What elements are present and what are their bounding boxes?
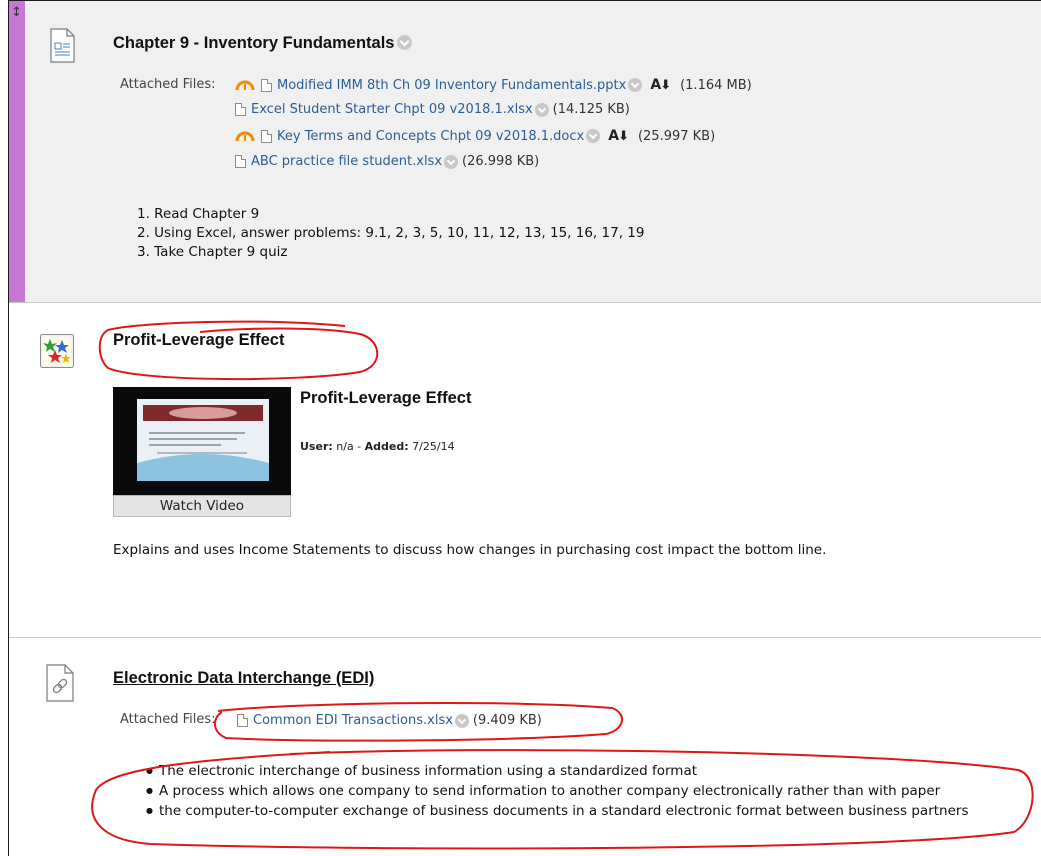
options-chevron-icon[interactable] xyxy=(444,154,459,169)
gauge-icon[interactable] xyxy=(235,130,255,142)
video-title: Profit-Leverage Effect xyxy=(300,389,472,407)
drag-handle-icon[interactable]: ↕ xyxy=(11,4,22,22)
options-chevron-icon[interactable] xyxy=(586,129,601,143)
added-value: 7/25/14 xyxy=(412,440,455,453)
item-title-profit-leverage[interactable]: Profit-Leverage Effect xyxy=(113,331,284,350)
list-item: 1. Read Chapter 9 xyxy=(137,206,260,222)
watch-video-button[interactable]: Watch Video xyxy=(113,495,291,517)
added-label: Added: xyxy=(364,440,409,453)
attached-file-row: ABC practice file student.xlsx (26.998 K… xyxy=(235,154,539,169)
file-link[interactable]: Modified IMM 8th Ch 09 Inventory Fundame… xyxy=(277,78,626,93)
list-item: the computer-to-computer exchange of bus… xyxy=(146,802,969,822)
options-chevron-icon[interactable] xyxy=(628,78,643,92)
list-item: The electronic interchange of business i… xyxy=(146,762,969,782)
file-link[interactable]: ABC practice file student.xlsx xyxy=(251,154,442,169)
file-icon xyxy=(235,103,246,116)
attached-file-row: Common EDI Transactions.xlsx (9.409 KB) xyxy=(237,713,542,728)
file-link[interactable]: Key Terms and Concepts Chpt 09 v2018.1.d… xyxy=(277,129,584,144)
user-label: User: xyxy=(300,440,333,453)
file-size: (9.409 KB) xyxy=(472,713,542,728)
file-size: (25.997 KB) xyxy=(637,128,716,144)
definition-list: The electronic interchange of business i… xyxy=(146,762,969,822)
mashup-icon xyxy=(40,334,74,372)
options-chevron-icon[interactable] xyxy=(397,35,413,50)
gauge-icon[interactable] xyxy=(235,79,255,91)
attached-file-row: Modified IMM 8th Ch 09 Inventory Fundame… xyxy=(235,77,752,93)
list-item: A process which allows one company to se… xyxy=(146,782,969,802)
list-item: 3. Take Chapter 9 quiz xyxy=(137,244,288,260)
options-chevron-icon[interactable] xyxy=(534,102,549,117)
attached-files-label: Attached Files: xyxy=(120,712,216,727)
file-icon xyxy=(261,129,272,143)
video-meta: User: n/a - Added: 7/25/14 xyxy=(300,440,455,453)
file-size: (1.164 MB) xyxy=(680,77,752,93)
file-link[interactable]: Common EDI Transactions.xlsx xyxy=(253,713,453,728)
user-value: n/a xyxy=(336,440,354,453)
a-z-sort-down-icon[interactable]: A⬇ xyxy=(650,77,671,93)
item-title-edi[interactable]: Electronic Data Interchange (EDI) xyxy=(113,669,374,688)
selected-item-indicator xyxy=(9,1,25,302)
document-icon xyxy=(50,28,75,67)
weblink-icon xyxy=(46,664,74,706)
file-size: (26.998 KB) xyxy=(462,154,540,169)
a-z-sort-down-icon[interactable]: A⬇ xyxy=(608,128,629,144)
file-icon xyxy=(237,714,248,727)
file-icon xyxy=(261,78,272,92)
options-chevron-icon[interactable] xyxy=(454,713,469,728)
item-title-text: Chapter 9 - Inventory Fundamentals xyxy=(113,34,395,52)
video-thumbnail[interactable] xyxy=(113,387,291,495)
item-title-chapter-9[interactable]: Chapter 9 - Inventory Fundamentals xyxy=(113,34,413,53)
attached-file-row: Key Terms and Concepts Chpt 09 v2018.1.d… xyxy=(235,128,715,144)
file-size: (14.125 KB) xyxy=(552,102,630,117)
instruction-list: 1. Read Chapter 9 2. Using Excel, answer… xyxy=(137,205,644,262)
attached-files-label: Attached Files: xyxy=(120,77,216,92)
attached-file-row: Excel Student Starter Chpt 09 v2018.1.xl… xyxy=(235,102,630,117)
video-player[interactable]: Watch Video xyxy=(113,387,291,518)
file-link[interactable]: Excel Student Starter Chpt 09 v2018.1.xl… xyxy=(251,102,533,117)
file-icon xyxy=(235,155,246,168)
video-slide-image xyxy=(137,399,269,481)
video-description: Explains and uses Income Statements to d… xyxy=(113,542,827,558)
list-item: 2. Using Excel, answer problems: 9.1, 2,… xyxy=(137,225,645,241)
